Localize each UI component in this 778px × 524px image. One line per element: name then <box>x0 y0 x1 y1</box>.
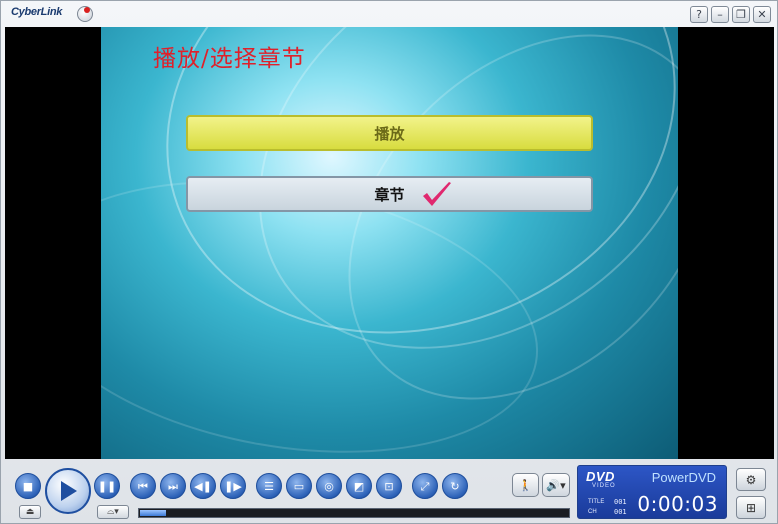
play-button-label: 播放 <box>374 124 405 143</box>
brand-mark-icon <box>77 6 93 22</box>
video-area[interactable]: 播放/选择章节 播放 章节 <box>5 27 774 459</box>
powerdvd-window: CyberLink ? – ❐ ✕ 播放/选择章节 播放 章节 ■ ❚❚ ⏮ ⏭… <box>0 0 778 524</box>
repeat-icon: ↻ <box>450 479 460 493</box>
drive-select-button[interactable]: ⌓▾ <box>97 505 129 519</box>
brand-logo: CyberLink <box>11 6 63 18</box>
person-button[interactable]: 🚶 <box>512 473 539 497</box>
volume-icon: 🔊▾ <box>546 478 566 492</box>
play-button[interactable] <box>45 468 91 514</box>
eject-button[interactable]: ⏏ <box>19 505 41 519</box>
next-button[interactable]: ⏭ <box>160 473 186 499</box>
dvd-menu-play-button[interactable]: 播放 <box>186 115 593 151</box>
chapter-value: 001 <box>614 508 627 516</box>
angle-button[interactable]: ◩ <box>346 473 372 499</box>
language-button[interactable]: ◎ <box>316 473 342 499</box>
pause-icon: ❚❚ <box>97 479 117 493</box>
settings-button[interactable]: ⚙ <box>736 468 766 491</box>
seek-bar[interactable] <box>138 508 570 518</box>
snapshot-button[interactable]: ⊡ <box>376 473 402 499</box>
restore-button[interactable]: ❐ <box>732 6 750 23</box>
minimize-button[interactable]: – <box>711 6 729 23</box>
volume-button[interactable]: 🔊▾ <box>542 473 570 497</box>
drive-icon: ⌓▾ <box>107 507 119 517</box>
person-icon: 🚶 <box>518 478 533 492</box>
status-display: DVD VIDEO PowerDVD TITLE 001 CH 001 0:00… <box>577 465 727 519</box>
playback-controls: ■ ❚❚ ⏮ ⏭ ◀❚ ❚▶ ☰ ▭ ◎ ◩ ⊡ ⤢ ↻ 🚶 🔊▾ ⏏ ⌓▾ <box>5 462 573 520</box>
title-value: 001 <box>614 498 627 506</box>
dvd-menu-background: 播放/选择章节 播放 章节 <box>101 27 678 459</box>
dvd-menu-title: 播放/选择章节 <box>153 46 306 72</box>
repeat-button[interactable]: ↻ <box>442 473 468 499</box>
close-button[interactable]: ✕ <box>753 6 771 23</box>
step-forward-button[interactable]: ❚▶ <box>220 473 246 499</box>
expand-panel-button[interactable]: ⊞ <box>736 496 766 519</box>
seek-progress <box>140 510 166 516</box>
checkmark-icon <box>423 182 451 206</box>
pause-button[interactable]: ❚❚ <box>94 473 120 499</box>
play-icon <box>61 481 77 501</box>
step-backward-button[interactable]: ◀❚ <box>190 473 216 499</box>
subtitle-icon: ▭ <box>293 479 305 493</box>
dvd-logo: DVD <box>586 469 615 484</box>
chapter-button-label: 章节 <box>374 185 405 204</box>
stop-button[interactable]: ■ <box>15 473 41 499</box>
menu-button[interactable]: ☰ <box>256 473 282 499</box>
eject-icon: ⏏ <box>25 507 35 517</box>
elapsed-time: 0:00:03 <box>637 492 718 516</box>
step-backward-icon: ◀❚ <box>194 479 212 493</box>
next-icon: ⏭ <box>168 479 178 493</box>
previous-button[interactable]: ⏮ <box>130 473 156 499</box>
camera-icon: ⊡ <box>384 479 394 493</box>
help-button[interactable]: ? <box>690 6 708 23</box>
product-name: PowerDVD <box>651 470 716 485</box>
menu-icon: ☰ <box>264 479 274 493</box>
title-label: TITLE <box>588 499 605 505</box>
angle-icon: ◩ <box>353 479 365 493</box>
previous-icon: ⏮ <box>138 479 148 493</box>
settings-icon: ⚙ <box>745 472 757 487</box>
language-icon: ◎ <box>324 479 334 493</box>
title-bar[interactable]: CyberLink ? – ❐ ✕ <box>1 1 777 27</box>
stop-icon: ■ <box>22 479 34 493</box>
subtitle-button[interactable]: ▭ <box>286 473 312 499</box>
expand-panel-icon: ⊞ <box>745 500 757 515</box>
step-forward-icon: ❚▶ <box>224 479 242 493</box>
window-controls: ? – ❐ ✕ <box>690 6 771 23</box>
chapter-label: CH <box>588 509 597 515</box>
zoom-icon: ⤢ <box>420 479 430 493</box>
dvd-video-text: VIDEO <box>592 483 616 489</box>
dvd-menu-chapter-button[interactable]: 章节 <box>186 176 593 212</box>
zoom-button[interactable]: ⤢ <box>412 473 438 499</box>
